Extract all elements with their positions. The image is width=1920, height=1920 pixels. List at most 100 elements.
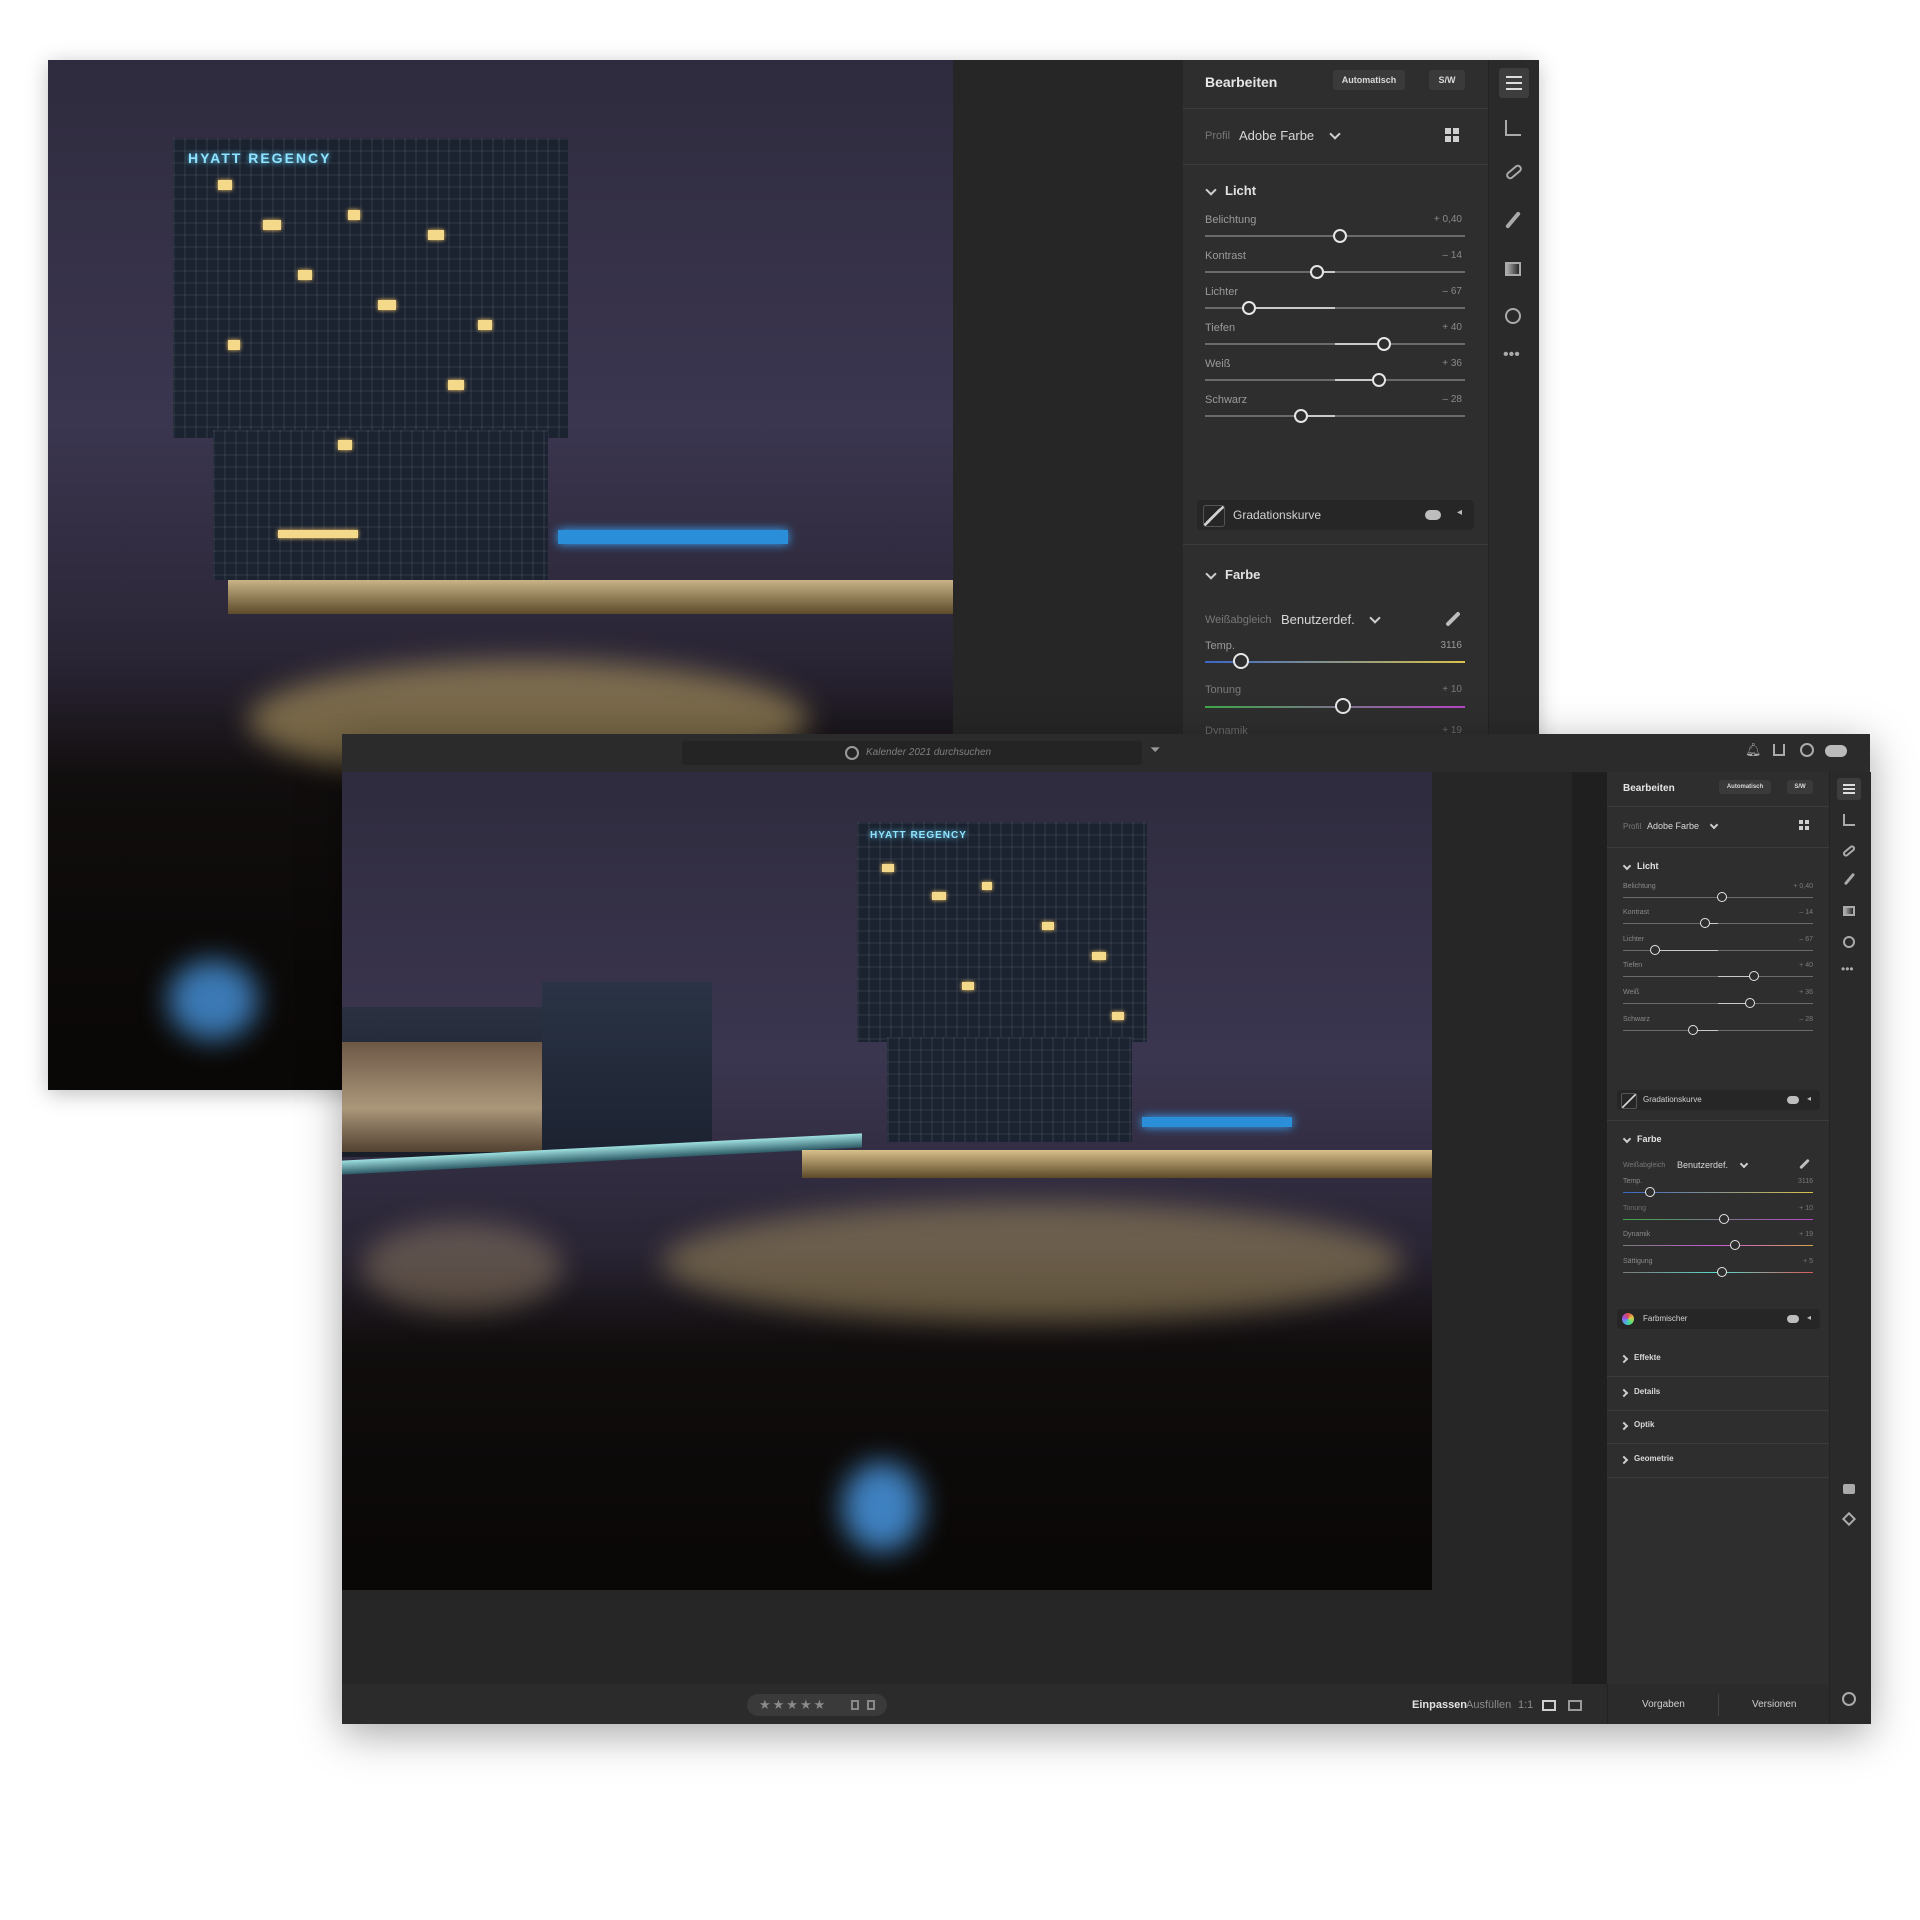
flag-icon[interactable] bbox=[851, 1700, 859, 1710]
edit-sliders-icon[interactable] bbox=[1837, 778, 1861, 800]
back-tint-value: + 10 bbox=[1442, 684, 1462, 695]
brush-icon[interactable] bbox=[1505, 211, 1521, 229]
notification-icon[interactable]: 🔔︎ bbox=[1745, 742, 1762, 758]
chevron-down-icon[interactable] bbox=[1205, 184, 1217, 196]
color-slider-value: + 10 bbox=[1799, 1204, 1813, 1212]
filter-icon[interactable]: ⏷ bbox=[1150, 742, 1160, 758]
slider-handle[interactable] bbox=[1242, 301, 1257, 315]
healing-icon[interactable] bbox=[1504, 163, 1524, 181]
split-view-icon[interactable] bbox=[1568, 1700, 1582, 1711]
eyedropper-icon[interactable] bbox=[1799, 1158, 1810, 1170]
back-color-section[interactable]: Farbe bbox=[1225, 567, 1260, 582]
rating-bar[interactable]: ★★★★★ bbox=[747, 1694, 887, 1716]
front-color-section[interactable]: Farbe bbox=[1637, 1134, 1662, 1144]
cloud-icon[interactable] bbox=[1825, 745, 1847, 757]
one-to-one-button[interactable]: 1:1 bbox=[1518, 1699, 1533, 1711]
tag-icon[interactable] bbox=[1841, 1511, 1857, 1527]
color-slider-handle[interactable] bbox=[1730, 1240, 1741, 1251]
radial-icon[interactable] bbox=[1505, 308, 1521, 324]
chevron-right-icon[interactable] bbox=[1619, 1421, 1629, 1431]
slider-handle[interactable] bbox=[1688, 1024, 1699, 1035]
presets-button[interactable]: Vorgaben bbox=[1642, 1699, 1685, 1710]
back-curve-row[interactable]: Gradationskurve ◂ bbox=[1197, 500, 1474, 530]
visibility-toggle[interactable] bbox=[1787, 1096, 1799, 1104]
chevron-down-icon[interactable] bbox=[1622, 1134, 1632, 1144]
reject-flag-icon[interactable] bbox=[867, 1700, 875, 1710]
color-slider-handle[interactable] bbox=[1718, 1213, 1729, 1224]
versions-button[interactable]: Versionen bbox=[1752, 1699, 1796, 1710]
front-bw-button[interactable]: S/W bbox=[1787, 780, 1813, 794]
search-box[interactable]: Kalender 2021 durchsuchen bbox=[682, 741, 1142, 765]
chevron-right-icon[interactable] bbox=[1619, 1388, 1629, 1397]
section-header[interactable]: Details bbox=[1634, 1387, 1660, 1396]
slider-handle[interactable] bbox=[1377, 337, 1392, 351]
back-wb-select[interactable]: Benutzerdef. bbox=[1281, 612, 1355, 627]
tint-slider-handle[interactable] bbox=[1334, 698, 1351, 714]
brush-icon[interactable] bbox=[1843, 872, 1856, 886]
fill-button[interactable]: Ausfüllen bbox=[1466, 1699, 1511, 1711]
slider-handle[interactable] bbox=[1309, 265, 1324, 279]
color-slider-handle[interactable] bbox=[1644, 1187, 1655, 1197]
healing-icon[interactable] bbox=[1841, 844, 1857, 858]
slider-track[interactable] bbox=[1623, 1029, 1813, 1031]
help-icon[interactable] bbox=[1800, 743, 1814, 757]
slider-handle[interactable] bbox=[1749, 971, 1760, 982]
slider-label: Belichtung bbox=[1205, 214, 1257, 226]
visibility-toggle[interactable] bbox=[1787, 1315, 1799, 1323]
comment-icon[interactable] bbox=[1843, 1484, 1855, 1494]
radial-icon[interactable] bbox=[1843, 936, 1855, 948]
back-bw-button[interactable]: S/W bbox=[1429, 70, 1465, 90]
eyedropper-icon[interactable] bbox=[1445, 611, 1461, 627]
front-curve-row[interactable]: Gradationskurve ◂ bbox=[1617, 1090, 1820, 1110]
color-slider-track[interactable] bbox=[1623, 1245, 1813, 1247]
slider-track[interactable] bbox=[1205, 415, 1465, 417]
color-slider-label: Tonung bbox=[1623, 1204, 1646, 1212]
expand-arrow-icon[interactable]: ◂ bbox=[1457, 507, 1462, 518]
more-icon[interactable]: ••• bbox=[1503, 346, 1520, 364]
back-light-section[interactable]: Licht bbox=[1225, 183, 1256, 198]
office-building bbox=[542, 982, 712, 1152]
compare-icon[interactable] bbox=[1542, 1700, 1556, 1711]
search-input[interactable]: Kalender 2021 durchsuchen bbox=[866, 747, 991, 758]
front-profile-select[interactable]: Adobe Farbe bbox=[1647, 821, 1699, 831]
crop-icon[interactable] bbox=[1505, 120, 1521, 136]
info-icon[interactable] bbox=[1842, 1692, 1856, 1706]
section-header[interactable]: Effekte bbox=[1634, 1353, 1661, 1362]
gradient-icon[interactable] bbox=[1505, 262, 1521, 276]
more-icon[interactable]: ••• bbox=[1841, 962, 1854, 976]
front-mixer-row[interactable]: Farbmischer ◂ bbox=[1617, 1309, 1820, 1329]
slider-track[interactable] bbox=[1623, 923, 1813, 925]
color-slider-handle[interactable] bbox=[1716, 1266, 1727, 1277]
gradient-icon[interactable] bbox=[1843, 906, 1855, 916]
slider-handle[interactable] bbox=[1294, 409, 1309, 423]
slider-track[interactable] bbox=[1205, 271, 1465, 273]
visibility-toggle[interactable] bbox=[1425, 510, 1441, 520]
slider-handle[interactable] bbox=[1716, 891, 1727, 902]
back-auto-button[interactable]: Automatisch bbox=[1333, 70, 1405, 90]
front-light-section[interactable]: Licht bbox=[1637, 861, 1659, 871]
slider-handle[interactable] bbox=[1745, 998, 1756, 1008]
slider-handle[interactable] bbox=[1699, 918, 1710, 929]
expand-arrow-icon[interactable]: ◂ bbox=[1807, 1094, 1811, 1103]
slider-handle[interactable] bbox=[1650, 944, 1661, 955]
back-profile-select[interactable]: Adobe Farbe bbox=[1239, 128, 1314, 143]
crop-icon[interactable] bbox=[1843, 814, 1855, 826]
slider-handle[interactable] bbox=[1333, 229, 1348, 243]
temp-slider-handle[interactable] bbox=[1233, 653, 1250, 669]
chevron-right-icon[interactable] bbox=[1619, 1455, 1629, 1465]
fit-button[interactable]: Einpassen bbox=[1412, 1699, 1467, 1711]
profile-browser-icon[interactable] bbox=[1799, 820, 1809, 830]
section-header[interactable]: Optik bbox=[1634, 1420, 1654, 1429]
front-auto-button[interactable]: Automatisch bbox=[1719, 780, 1771, 794]
section-header[interactable]: Geometrie bbox=[1634, 1454, 1674, 1463]
chevron-down-icon[interactable] bbox=[1622, 861, 1632, 871]
edit-sliders-icon[interactable] bbox=[1499, 68, 1529, 98]
chevron-down-icon[interactable] bbox=[1205, 568, 1217, 580]
expand-arrow-icon[interactable]: ◂ bbox=[1807, 1313, 1811, 1322]
profile-browser-icon[interactable] bbox=[1445, 128, 1459, 142]
slider-handle[interactable] bbox=[1372, 373, 1387, 387]
share-icon[interactable] bbox=[1773, 744, 1785, 756]
chevron-right-icon[interactable] bbox=[1619, 1354, 1629, 1364]
front-wb-select[interactable]: Benutzerdef. bbox=[1677, 1160, 1728, 1170]
star-rating[interactable]: ★★★★★ bbox=[759, 1697, 827, 1713]
